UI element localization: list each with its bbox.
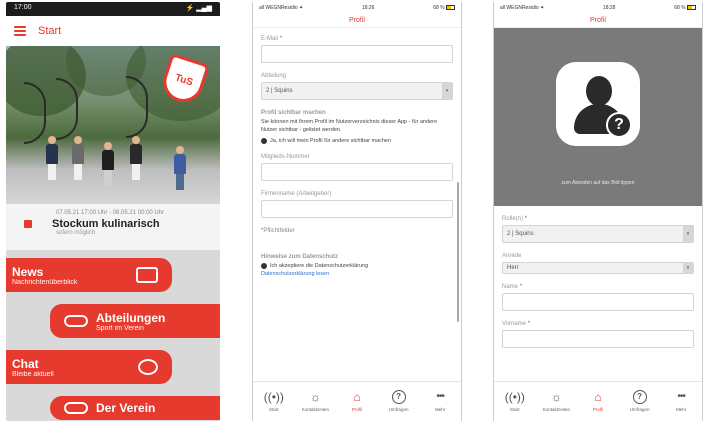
tile-der-verein[interactable]: Der Verein [50,396,220,420]
event-subtitle: sofern möglich [56,230,96,236]
bulb-icon: ☼ [309,389,321,404]
battery: 68 % [674,5,696,11]
tile-chat[interactable]: Chat Bleibe aktuell [6,350,172,384]
abteilung-label: Abteilung [261,73,287,79]
tab-start[interactable]: ((•)) Start [497,388,533,412]
status-time: 17:00 [14,4,32,11]
chevron-down-icon: ▾ [683,263,693,273]
email-label: E-Mail * [261,36,283,42]
avatar[interactable]: ? [556,62,640,146]
profile-icon: ⌂ [353,389,361,404]
newspaper-icon [136,267,158,283]
page-title: Start [38,25,62,37]
tab-profil[interactable]: ⌂ Profil [580,388,616,412]
chevron-down-icon: ▾ [683,226,693,242]
profile-form: Rolle(n) * 2 | Squins ▾ Anrede Herr ▾ Na… [494,206,702,348]
tile-abteilungen[interactable]: Abteilungen Sport im Verein [50,304,220,338]
checkbox[interactable] [261,137,267,144]
abteilung-select[interactable]: 2 | Squins ▾ [261,82,453,100]
page-title: Profil [494,14,702,28]
tile-title: Der Verein [96,401,156,415]
tab-bar: ((•)) Start ☼ Kontaktzeiten ⌂ Profil ? Umfra… [494,381,702,421]
member-number-label: Mitglieds-Nummer [261,153,310,160]
battery: 68 % [433,5,455,11]
tile-title: Abteilungen [96,310,166,325]
status-bar: 17:00 ⚡ ▂▄▆ [6,2,220,16]
profile-icon: ⌂ [594,389,602,404]
privacy-link[interactable]: Datenschutzerklärung lesen [261,271,453,277]
name-label: Name * [502,284,523,290]
privacy-heading: Hinweise zum Datenschutz [261,253,339,260]
chat-bubble-icon [138,359,158,375]
tab-mehr[interactable]: Mehr [663,388,699,412]
tile-subtitle: Sport im Verein [96,324,144,332]
checkbox[interactable] [261,262,267,269]
name-field[interactable] [502,293,694,311]
dumbbell-icon [64,315,88,327]
tab-bar: ((•)) Start ☼ Kontaktzeiten ⌂ Profil ? Umfra… [253,381,461,421]
scrollbar[interactable] [457,182,459,322]
page-title: Profil [253,14,461,28]
visible-text: Sie können mit Ihrem Profil im Nutzerver… [261,119,438,133]
more-icon [672,388,690,406]
rolle-select[interactable]: 2 | Squins ▾ [502,225,694,243]
tile-list: News Nachrichtenüberblick Abteilungen Sp… [6,250,220,420]
tab-kontaktzeiten[interactable]: ☼ Kontaktzeiten [538,388,574,412]
status-bar: all WEGNResidio ✦ 18:28 68 % [494,2,702,14]
tab-umfragen[interactable]: ? Umfragen [381,388,417,412]
vorname-field[interactable] [502,330,694,348]
tab-start[interactable]: ((•)) Start [256,388,292,412]
tab-profil[interactable]: ⌂ Profil [339,388,375,412]
signal-icon: ((•)) [504,389,525,404]
event-date: 07.05.21 17:00 Uhr - 08.05.21 00:00 Uhr [56,210,165,216]
menu-icon[interactable] [14,26,26,36]
chevron-down-icon: ▾ [442,83,452,99]
carrier: all WEGNResidio ✦ [259,5,304,11]
visible-checkbox-row[interactable]: Ja, ich will mein Profil für andere sich… [261,137,453,144]
profile-form: E-Mail * Abteilung 2 | Squins ▾ Profil s… [253,28,461,277]
avatar-caption: zum Abenden auf das Bild tippen [561,180,635,186]
rolle-label: Rolle(n) * [502,216,528,222]
calendar-icon [24,220,32,228]
status-indicators: ⚡ ▂▄▆ [185,5,212,12]
tab-mehr[interactable]: Mehr [422,388,458,412]
phone-start-screen: 17:00 ⚡ ▂▄▆ Start TuS 07.05.21 17:00 Uhr… [6,2,220,421]
visible-heading: Profil sichtbar machen [261,110,326,116]
hero-photo: TuS [6,46,220,204]
anrede-label: Anrede [502,253,522,259]
tile-news[interactable]: News Nachrichtenüberblick [6,258,172,292]
user-icon [586,76,612,106]
anrede-select[interactable]: Herr ▾ [502,262,694,274]
tab-umfragen[interactable]: ? Umfragen [622,388,658,412]
question-icon: ? [631,388,649,406]
carrier: all WEGNResidio ✦ [500,5,545,11]
group-icon [64,402,88,414]
required-hint: *Pflichtfelder [261,227,295,234]
more-icon [431,388,449,406]
bulb-icon: ☼ [550,389,562,404]
question-icon: ? [390,388,408,406]
event-title: Stockum kulinarisch [52,218,160,230]
email-field[interactable] [261,45,453,63]
privacy-checkbox-label: Ich akzeptiere die Datenschutzerklärung [270,262,369,269]
company-label: Firmenname (Arbeitgeber) [261,190,332,197]
top-bar: Start [6,16,220,46]
signal-icon: ((•)) [263,389,284,404]
question-badge-icon: ? [606,112,632,138]
event-card[interactable]: 07.05.21 17:00 Uhr - 08.05.21 00:00 Uhr … [6,204,220,250]
company-field[interactable] [261,199,453,218]
status-time: 18:28 [602,5,616,11]
privacy-checkbox-row[interactable]: Ich akzeptiere die Datenschutzerklärung [261,262,453,269]
visible-checkbox-label: Ja, ich will mein Profil für andere sich… [270,137,392,144]
status-bar: all WEGNResidio ✦ 18:26 68 % [253,2,461,14]
vorname-label: Vorname * [502,321,531,327]
member-number-field[interactable] [261,162,453,181]
avatar-area[interactable]: ? zum Abenden auf das Bild tippen [494,28,702,206]
status-time: 18:26 [361,5,375,11]
phone-profile-form: all WEGNResidio ✦ 18:26 68 % Profil E-Ma… [252,2,462,421]
tab-kontaktzeiten[interactable]: ☼ Kontaktzeiten [297,388,333,412]
phone-profile-avatar: all WEGNResidio ✦ 18:28 68 % Profil ? zu… [493,2,703,421]
